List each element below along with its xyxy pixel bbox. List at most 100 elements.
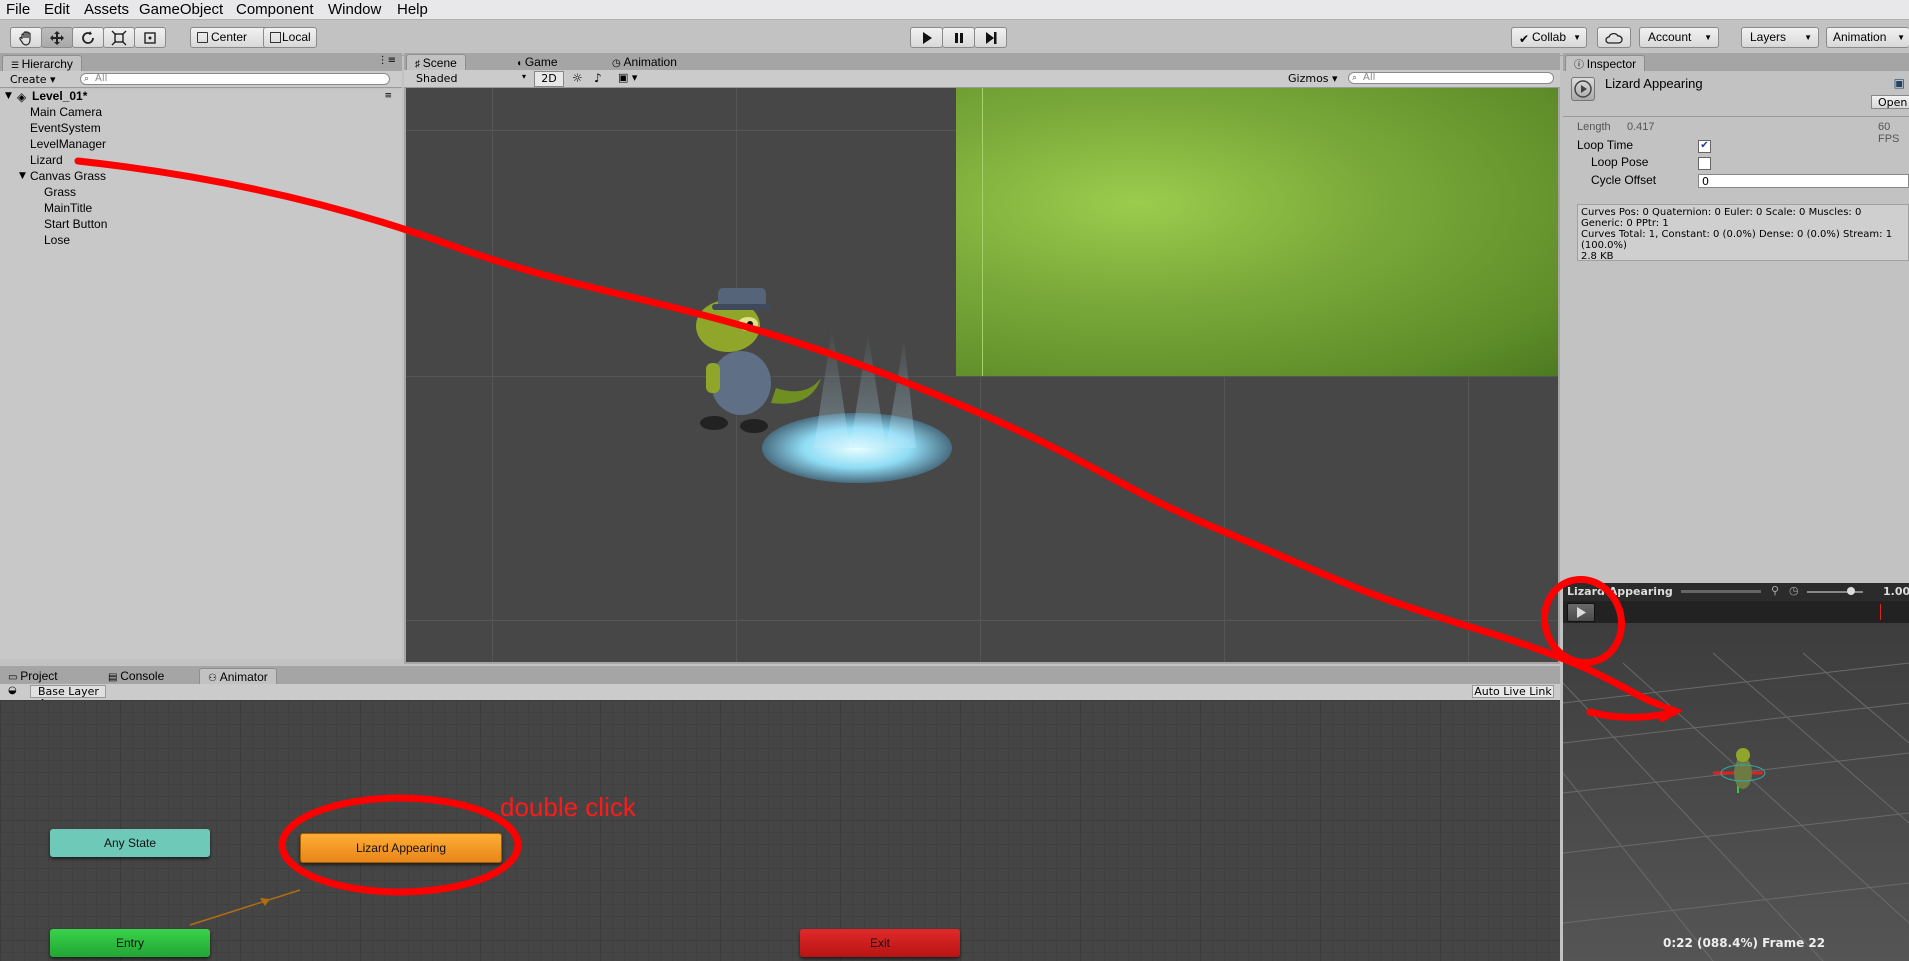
speed-icon[interactable]: ◷	[1789, 584, 1799, 597]
lizard-appearing-state[interactable]: Lizard Appearing	[300, 833, 502, 863]
animator-graph[interactable]: Any State Entry Exit Lizard Appearing do…	[0, 700, 1560, 961]
hand-tool-button[interactable]	[10, 27, 42, 48]
auto-live-link-button[interactable]: Auto Live Link	[1472, 685, 1554, 698]
menu-file[interactable]: File	[6, 1, 30, 18]
pause-icon	[954, 32, 963, 43]
menu-assets[interactable]: Assets	[84, 1, 129, 18]
preview-header: Lizard Appearing ⚲ ◷ 1.00	[1563, 583, 1909, 602]
hierarchy-panel: ☰ Hierarchy ⋮≡ Create ▾ ⌕ All ▼ ◈ Level_…	[0, 53, 402, 663]
cloud-button[interactable]	[1597, 27, 1631, 48]
list-item[interactable]: Lizard	[30, 153, 63, 167]
list-item[interactable]: Lose	[44, 233, 70, 247]
preview-title: Lizard Appearing	[1567, 585, 1673, 598]
scale-tool-button[interactable]	[103, 27, 135, 48]
layer-breadcrumb[interactable]: Base Layer ⇕	[30, 685, 106, 710]
fps-value: 60 FPS	[1878, 121, 1900, 145]
avatar-icon[interactable]: ⚲	[1771, 584, 1779, 597]
tab-animation[interactable]: ◷ Animation	[604, 54, 685, 71]
play-button[interactable]	[910, 27, 943, 48]
rect-tool-button[interactable]	[134, 27, 166, 48]
shading-dropdown[interactable]: Shaded	[416, 72, 457, 85]
preview-play-button[interactable]	[1567, 603, 1595, 622]
info-line: Generic: 0 PPtr: 1	[1581, 218, 1669, 229]
pivot-local-button[interactable]: Local	[263, 27, 317, 48]
gizmos-dropdown[interactable]: Gizmos ▾	[1288, 72, 1338, 85]
list-item[interactable]: MainTitle	[44, 201, 92, 215]
scene-search-input[interactable]: ⌕ All	[1348, 72, 1554, 84]
layout-dropdown[interactable]: Animation ▼	[1826, 27, 1909, 48]
move-tool-button[interactable]	[41, 27, 73, 48]
cycle-offset-input[interactable]: 0	[1698, 174, 1909, 188]
game-icon: ◖	[516, 58, 525, 69]
scene-icon: ♯	[415, 59, 423, 70]
local-space-icon	[270, 32, 281, 43]
layers-dropdown[interactable]: Layers ▼	[1741, 27, 1819, 48]
menu-edit[interactable]: Edit	[44, 1, 70, 18]
expand-arrow-icon[interactable]: ▼	[19, 171, 26, 181]
length-value: 0.417	[1627, 121, 1655, 133]
menu-component[interactable]: Component	[236, 1, 314, 18]
collab-dropdown[interactable]: ✔ Collab ▼	[1511, 27, 1587, 48]
folder-icon: ▭	[8, 672, 21, 683]
pivot-center-button[interactable]: Center	[190, 27, 268, 48]
exit-node[interactable]: Exit	[800, 929, 960, 957]
menu-window[interactable]: Window	[328, 1, 381, 18]
play-icon	[1577, 607, 1586, 618]
menu-bar: File Edit Assets GameObject Component Wi…	[0, 0, 1909, 20]
animation-clip-icon	[1571, 77, 1595, 101]
scene-root[interactable]: Level_01*	[32, 89, 87, 103]
search-icon: ⌕	[1352, 73, 1358, 83]
list-item[interactable]: Canvas Grass	[30, 169, 106, 183]
tab-project[interactable]: ▭ Project	[0, 668, 66, 685]
account-dropdown[interactable]: Account ▼	[1639, 27, 1719, 48]
panel-menu-icon[interactable]: ⋮≡	[378, 55, 396, 66]
menu-help[interactable]: Help	[397, 1, 428, 18]
animator-icon: ⚇	[208, 673, 220, 684]
inspector-panel: Lizard Appearing ▣ Open Length 0.417 60 …	[1563, 71, 1909, 583]
step-button[interactable]	[974, 27, 1007, 48]
tab-console[interactable]: ▤ Console	[100, 668, 173, 685]
eye-icon[interactable]: ◒	[8, 685, 17, 696]
loop-time-checkbox[interactable]: ✔	[1698, 140, 1711, 153]
loop-pose-checkbox[interactable]	[1698, 157, 1711, 170]
list-icon: ☰	[11, 60, 22, 70]
timeline-playhead[interactable]	[1880, 604, 1881, 620]
expand-arrow-icon[interactable]: ▼	[5, 91, 12, 101]
transition-arrows	[189, 889, 301, 926]
entry-node[interactable]: Entry	[50, 929, 210, 957]
hierarchy-search-input[interactable]: ⌕ All	[80, 73, 390, 85]
list-item[interactable]: LevelManager	[30, 137, 106, 151]
list-item[interactable]: Grass	[44, 185, 76, 199]
toggle-2d-button[interactable]: 2D	[534, 71, 564, 87]
scene-view[interactable]	[406, 88, 1558, 662]
lighting-icon[interactable]: ☼	[572, 71, 583, 85]
loop-time-label: Loop Time	[1577, 138, 1634, 152]
chevron-down-icon: ▼	[1704, 33, 1712, 42]
scene-menu-icon[interactable]: ≡	[384, 91, 392, 101]
list-item[interactable]: EventSystem	[30, 121, 101, 135]
info-icon: ⓘ	[1574, 60, 1587, 71]
clip-title: Lizard Appearing	[1605, 76, 1703, 91]
help-icon[interactable]: ▣	[1894, 76, 1905, 90]
effects-icon[interactable]: ▣ ▾	[618, 71, 637, 84]
hierarchy-tree: ▼ ◈ Level_01* ≡ Main Camera EventSystem …	[0, 89, 402, 659]
list-item[interactable]: Start Button	[44, 217, 107, 231]
tab-game[interactable]: ◖ Game	[508, 54, 566, 71]
animation-preview[interactable]: Lizard Appearing ⚲ ◷ 1.00 0:22 (088.4%) …	[1563, 583, 1909, 961]
search-icon: ⌕	[84, 74, 90, 84]
any-state-node[interactable]: Any State	[50, 829, 210, 857]
pause-button[interactable]	[942, 27, 975, 48]
speed-slider-thumb[interactable]	[1847, 587, 1855, 595]
menu-gameobject[interactable]: GameObject	[139, 1, 223, 18]
scale-icon	[111, 30, 127, 45]
rotate-tool-button[interactable]	[72, 27, 104, 48]
list-item[interactable]: Main Camera	[30, 105, 102, 119]
audio-icon[interactable]: ♪	[594, 71, 602, 85]
chevron-down-icon: ▼	[1897, 33, 1905, 42]
cycle-offset-label: Cycle Offset	[1591, 173, 1657, 187]
main-toolbar: Center Local ✔ Collab ▼ Account ▼ Layers…	[0, 20, 1909, 56]
open-button[interactable]: Open	[1871, 95, 1909, 109]
console-icon: ▤	[108, 672, 121, 683]
move-icon	[50, 30, 64, 45]
create-dropdown[interactable]: Create ▾	[10, 73, 56, 86]
